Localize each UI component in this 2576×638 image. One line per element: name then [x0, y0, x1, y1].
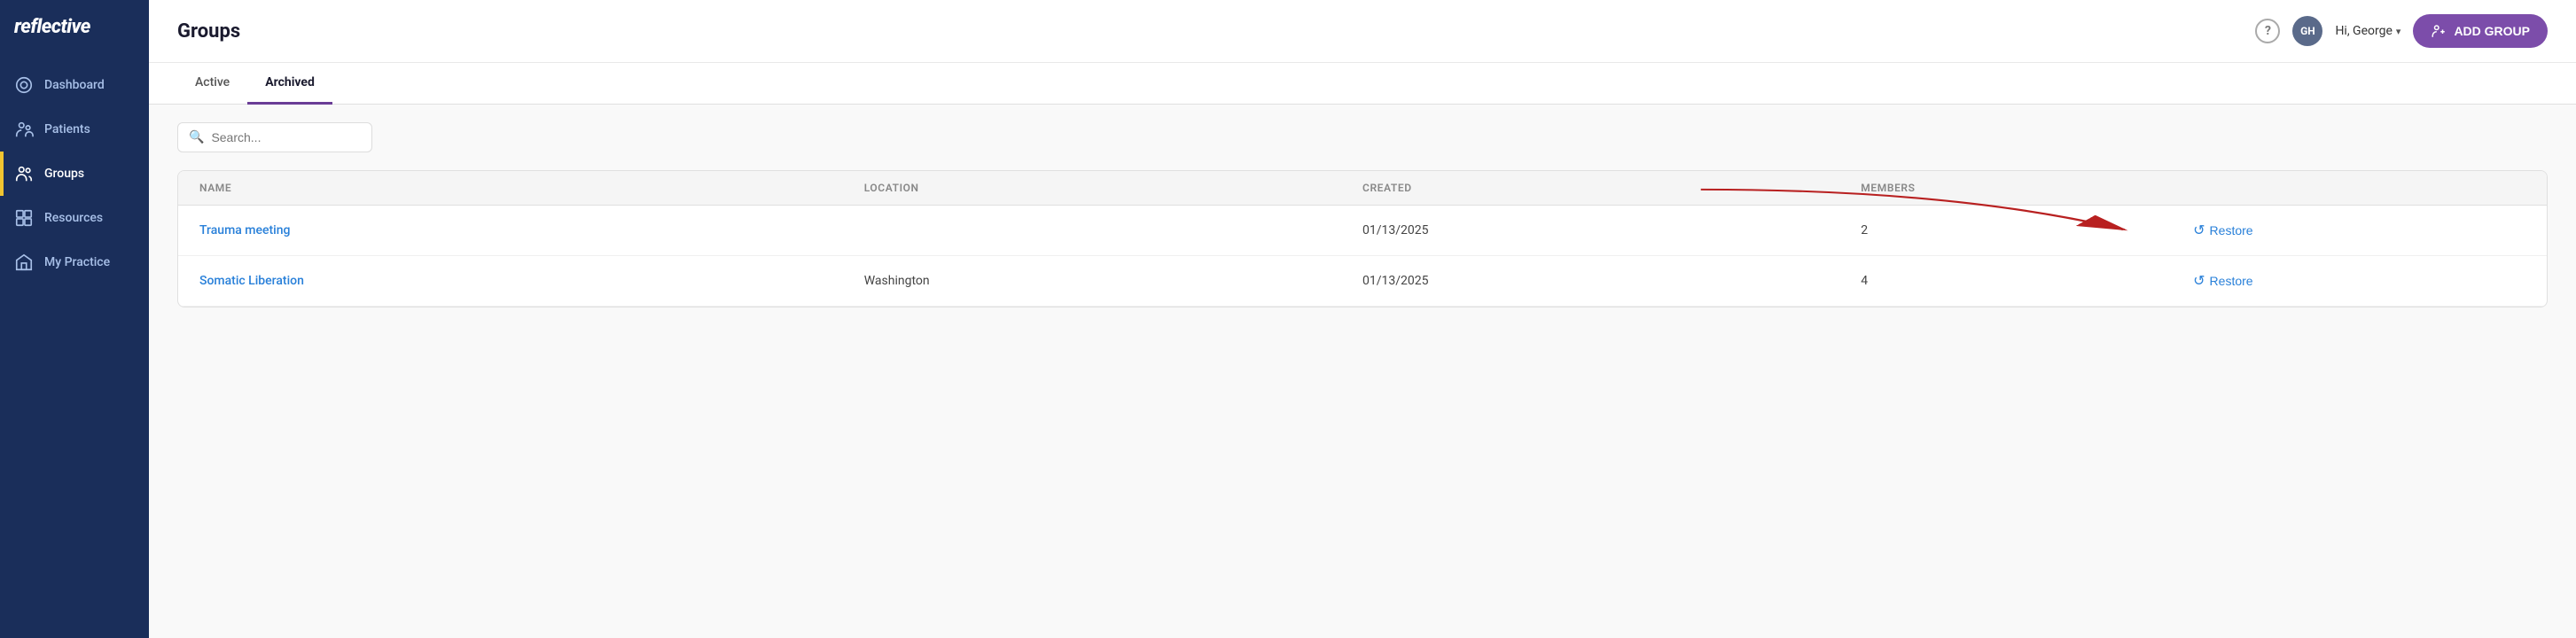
restore-label-2: Restore [2210, 274, 2253, 288]
table-row: Somatic Liberation Washington 01/13/2025… [178, 256, 2547, 307]
members-cell-1: 2 [1861, 223, 2193, 237]
add-group-icon [2431, 23, 2447, 39]
sidebar-item-resources[interactable]: Resources [0, 196, 149, 240]
chevron-down-icon: ▾ [2396, 26, 2401, 37]
col-created: CREATED [1362, 182, 1861, 194]
my-practice-icon [14, 253, 34, 272]
members-cell-2: 4 [1861, 274, 2193, 288]
avatar: GH [2292, 16, 2322, 46]
resources-label: Resources [44, 211, 103, 225]
location-cell-2: Washington [864, 274, 1362, 288]
created-cell-1: 01/13/2025 [1362, 223, 1861, 237]
restore-icon-1: ↺ [2193, 222, 2205, 239]
dashboard-icon [14, 75, 34, 95]
main-content: Groups ? GH Hi, George ▾ ADD GROUP Activ… [149, 0, 2576, 638]
col-name: NAME [199, 182, 864, 194]
col-location: LOCATION [864, 182, 1362, 194]
my-practice-label: My Practice [44, 255, 110, 269]
group-name-cell: Trauma meeting [199, 223, 864, 237]
col-members: MEMBERS [1861, 182, 2193, 194]
action-cell-2: ↺ Restore [2193, 272, 2525, 290]
search-input[interactable] [211, 130, 361, 144]
sidebar-nav: Dashboard Patients Groups Resources My P [0, 63, 149, 284]
page-title: Groups [177, 20, 2255, 43]
tab-archived[interactable]: Archived [247, 63, 332, 105]
help-button[interactable]: ? [2255, 19, 2280, 43]
add-group-button[interactable]: ADD GROUP [2413, 14, 2548, 48]
restore-icon-2: ↺ [2193, 272, 2205, 290]
dashboard-label: Dashboard [44, 78, 105, 92]
col-action [2193, 182, 2525, 194]
restore-button-2[interactable]: ↺ Restore [2193, 272, 2252, 290]
resources-icon [14, 208, 34, 228]
user-greeting[interactable]: Hi, George ▾ [2335, 24, 2400, 38]
header-actions: ? GH Hi, George ▾ ADD GROUP [2255, 14, 2548, 48]
action-cell-1: ↺ Restore [2193, 222, 2525, 239]
table-header: NAME LOCATION CREATED MEMBERS [178, 171, 2547, 206]
header: Groups ? GH Hi, George ▾ ADD GROUP [149, 0, 2576, 63]
created-cell-2: 01/13/2025 [1362, 274, 1861, 288]
sidebar-item-my-practice[interactable]: My Practice [0, 240, 149, 284]
app-logo: reflective [0, 0, 149, 54]
sidebar-item-patients[interactable]: Patients [0, 107, 149, 152]
group-name-link-2[interactable]: Somatic Liberation [199, 274, 304, 288]
groups-icon [14, 164, 34, 183]
restore-button-1[interactable]: ↺ Restore [2193, 222, 2252, 239]
sidebar: reflective Dashboard Patients Groups Res… [0, 0, 149, 638]
search-container: 🔍 [177, 122, 2548, 152]
sidebar-item-groups[interactable]: Groups [0, 152, 149, 196]
add-group-label: ADD GROUP [2454, 24, 2530, 38]
greeting-text: Hi, George [2335, 24, 2392, 38]
patients-icon [14, 120, 34, 139]
group-name-link-1[interactable]: Trauma meeting [199, 223, 290, 237]
tabs-bar: Active Archived [149, 63, 2576, 105]
tab-active[interactable]: Active [177, 63, 247, 105]
patients-label: Patients [44, 122, 90, 136]
table-row: Trauma meeting 01/13/2025 2 ↺ Restore [178, 206, 2547, 256]
groups-table: NAME LOCATION CREATED MEMBERS Trauma mee… [177, 170, 2548, 307]
search-icon: 🔍 [189, 130, 204, 144]
group-name-cell: Somatic Liberation [199, 274, 864, 288]
restore-label-1: Restore [2210, 223, 2253, 237]
sidebar-item-dashboard[interactable]: Dashboard [0, 63, 149, 107]
groups-label: Groups [44, 167, 84, 181]
search-wrapper[interactable]: 🔍 [177, 122, 372, 152]
content-area: 🔍 NAME LOCATION CREATED MEMBERS Trauma m… [149, 105, 2576, 638]
